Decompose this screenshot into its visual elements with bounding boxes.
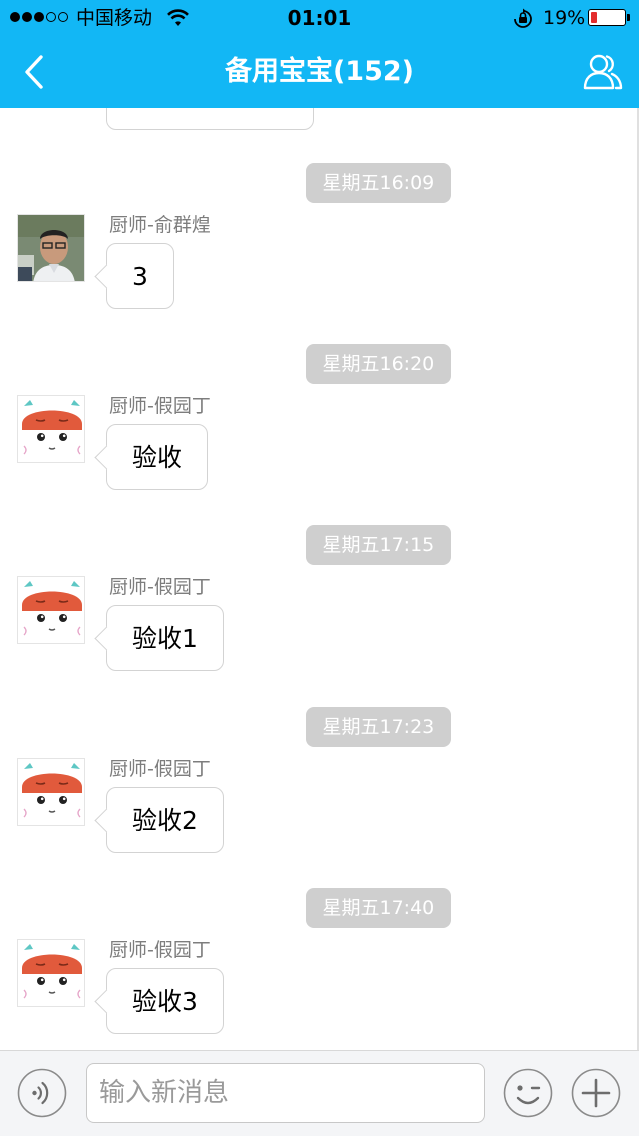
message-timestamp: 星期五17:15	[305, 525, 452, 565]
sender-name: 厨师-假园丁	[109, 939, 211, 961]
message-bubble[interactable]: 3	[106, 243, 174, 309]
battery-percent: 19%	[543, 7, 586, 29]
message-item: 星期五16:20 厨师-假园丁 验收	[0, 344, 639, 514]
sender-name: 厨师-俞群煌	[109, 214, 211, 236]
message-bubble[interactable]: 验收2	[106, 787, 224, 853]
message-timestamp: 星期五17:23	[305, 707, 452, 747]
emoji-button[interactable]	[503, 1068, 553, 1118]
page-title: 备用宝宝(152)	[224, 56, 415, 87]
voice-icon	[17, 1068, 67, 1118]
message-item: 星期五17:23 厨师-假园丁 验收2	[0, 707, 639, 877]
message-bubble[interactable]: 验收	[106, 424, 209, 490]
chat-message-list[interactable]: 星期五16:09 厨师-俞群煌 3 星期五16:20 厨师-假园丁 验收 星期五…	[0, 108, 639, 1050]
message-item: 星期五17:15 厨师-假园丁 验收1	[0, 525, 639, 695]
group-members-button[interactable]	[582, 52, 624, 92]
message-timestamp: 星期五16:20	[305, 344, 452, 384]
sender-name: 厨师-假园丁	[109, 395, 211, 417]
message-input-bar	[0, 1050, 639, 1136]
message-item: 星期五17:40 厨师-假园丁 验收3	[0, 888, 639, 1050]
battery-icon	[588, 9, 626, 26]
sender-avatar-cartoon[interactable]	[17, 395, 85, 463]
group-members-icon	[583, 54, 623, 90]
back-chevron-icon	[25, 55, 43, 89]
sender-name: 厨师-假园丁	[109, 758, 211, 780]
status-bar: 中国移动 01:01 19%	[0, 0, 639, 36]
orientation-lock-icon	[512, 8, 534, 32]
message-input[interactable]	[86, 1063, 485, 1123]
message-item: 星期五16:09 厨师-俞群煌 3	[0, 163, 639, 333]
sender-name: 厨师-假园丁	[109, 576, 211, 598]
message-timestamp: 星期五16:09	[305, 163, 452, 203]
sender-avatar-cartoon[interactable]	[17, 758, 85, 826]
nav-bar: 备用宝宝(152)	[0, 36, 639, 108]
more-options-button[interactable]	[571, 1068, 621, 1118]
voice-input-button[interactable]	[17, 1068, 67, 1118]
back-button[interactable]	[14, 50, 58, 94]
message-bubble[interactable]: 验收3	[106, 968, 224, 1034]
emoji-icon	[503, 1068, 553, 1118]
message-bubble-partial	[106, 108, 314, 130]
sender-avatar-photo[interactable]	[17, 214, 85, 282]
message-bubble[interactable]: 验收1	[106, 605, 224, 671]
sender-avatar-cartoon[interactable]	[17, 939, 85, 1007]
sender-avatar-cartoon[interactable]	[17, 576, 85, 644]
message-timestamp: 星期五17:40	[305, 888, 452, 928]
plus-icon	[571, 1068, 621, 1118]
